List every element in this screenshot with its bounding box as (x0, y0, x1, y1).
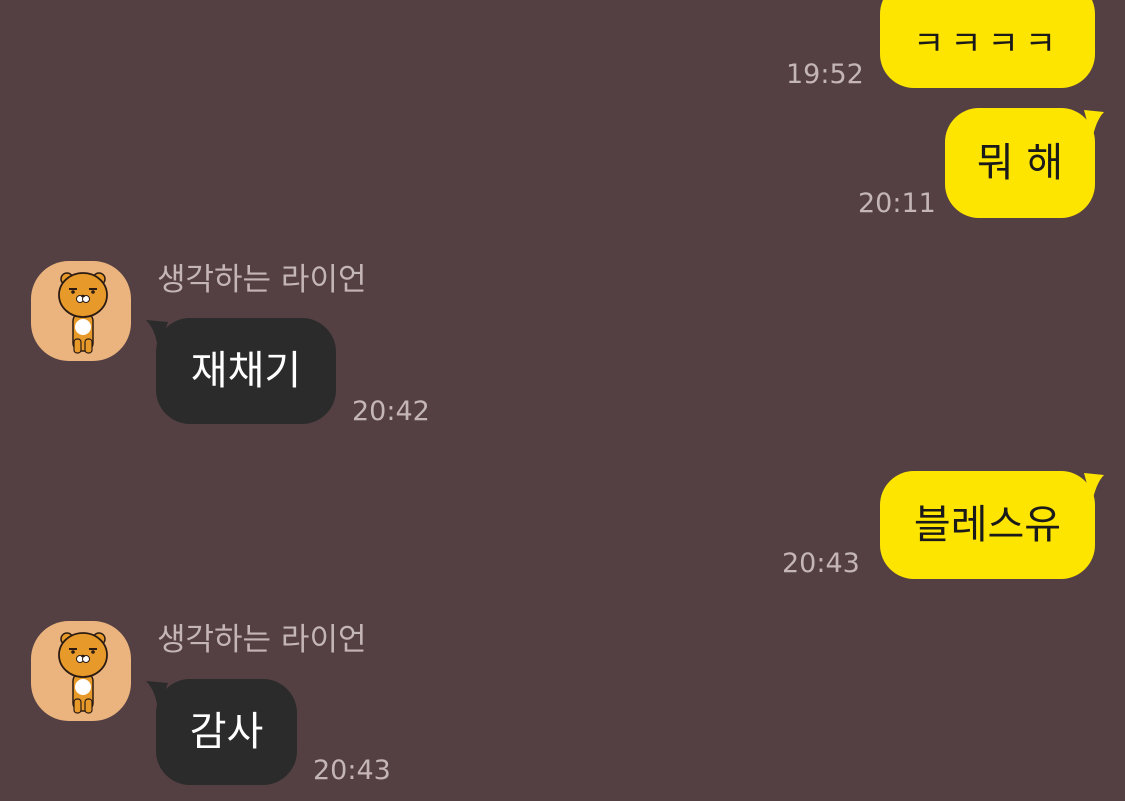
message-bubble-theirs[interactable]: 감사 (156, 679, 297, 785)
message-text: 감사 (189, 709, 264, 755)
bubble-tail (1084, 473, 1104, 503)
message-bubble-mine[interactable]: 뭐 해 (945, 108, 1095, 218)
message-timestamp: 20:11 (858, 188, 936, 219)
avatar[interactable] (31, 621, 131, 721)
message-text: 재채기 (190, 348, 302, 394)
message-text: 뭐 해 (976, 140, 1064, 186)
avatar[interactable] (31, 261, 131, 361)
message-bubble-theirs[interactable]: 재채기 (156, 318, 336, 424)
ryan-avatar-icon (58, 632, 108, 714)
message-timestamp: 20:43 (313, 755, 391, 786)
message-bubble-mine[interactable]: 블레스유 (880, 471, 1095, 579)
message-timestamp: 19:52 (786, 59, 864, 90)
message-text: ㅋㅋㅋㅋ (912, 24, 1063, 64)
sender-name: 생각하는 라이언 (157, 262, 367, 298)
message-text: 블레스유 (913, 502, 1062, 548)
message-bubble-mine[interactable]: ㅋㅋㅋㅋ (880, 0, 1095, 88)
ryan-avatar-icon (58, 272, 108, 354)
bubble-tail (1084, 110, 1104, 140)
sender-name: 생각하는 라이언 (157, 622, 367, 658)
message-timestamp: 20:42 (352, 396, 430, 427)
message-timestamp: 20:43 (782, 548, 860, 579)
